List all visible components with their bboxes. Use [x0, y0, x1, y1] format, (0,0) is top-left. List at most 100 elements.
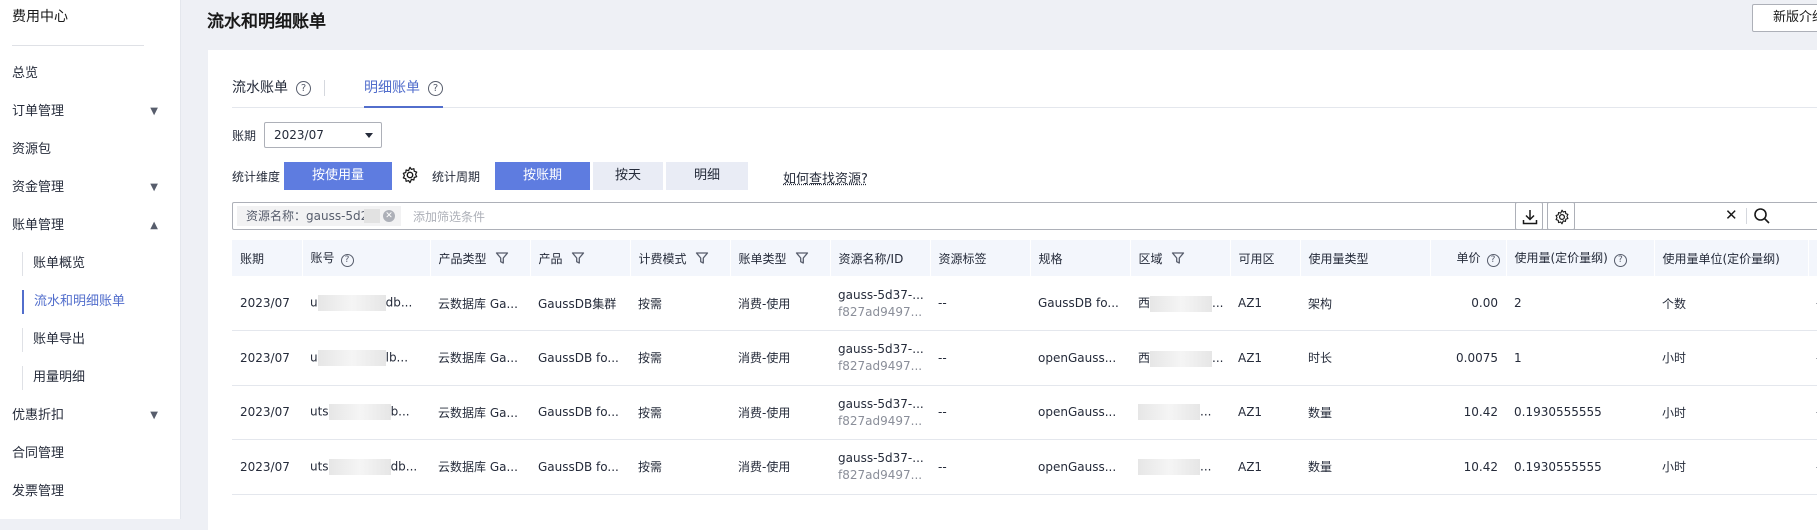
sidebar-item-orders[interactable]: 订单管理 ▼ [12, 100, 172, 124]
detail-bill-table: 账期 账号? 产品类型 产品 计费模式 账单类型 资源名称/ID 资源标签 规格… [232, 240, 1817, 495]
chevron-down-icon: ▼ [150, 410, 158, 421]
sidebar-title: 费用中心 [12, 9, 68, 25]
filter-icon[interactable] [571, 251, 585, 265]
cell-resource[interactable]: gauss-5d37-... f827ad9497... [830, 276, 930, 331]
filter-chip[interactable]: 资源名称：gauss-5d2 ✕ [237, 206, 401, 226]
filter-icon[interactable] [795, 251, 809, 265]
clear-filter-icon[interactable]: ✕ [1725, 206, 1738, 224]
tab-detail-bill[interactable]: 明细账单? [364, 78, 443, 108]
sidebar-item-bills[interactable]: 账单管理 ▲ [12, 214, 172, 238]
sidebar-item-funds[interactable]: 资金管理 ▼ [12, 176, 172, 200]
help-icon[interactable]: ? [1613, 254, 1627, 267]
cell-usage-type: 时长 [1300, 330, 1430, 386]
table-row[interactable]: 2023/07 u lb... 云数据库 Ga... GaussDB fo... 按需 消费… [232, 330, 1817, 386]
period-value: 2023/07 [274, 128, 324, 142]
cell-product-type: 云数据库 Ga... [430, 439, 530, 495]
table-settings-button[interactable] [1547, 202, 1575, 230]
column-header: 使用量类型 [1300, 240, 1431, 276]
cell-bill-type: 消费-使用 [730, 276, 830, 331]
column-header: 使用量单位(定价量纲) [1654, 240, 1809, 276]
sidebar-item-label: 资金管理 [12, 180, 65, 195]
column-header: 计费模式 [630, 240, 731, 276]
cell-usage-unit: 小时 [1654, 330, 1808, 386]
redacted-text [1150, 295, 1213, 312]
help-icon[interactable]: ? [1486, 254, 1500, 267]
column-header: 可用区 [1230, 240, 1301, 276]
cell-period: 2023/07 [232, 276, 302, 331]
period-select[interactable]: 2023/07 [264, 122, 382, 148]
sidebar-subitem-detail-bills[interactable]: 流水和明细账单 [22, 290, 172, 314]
cell-resource[interactable]: gauss-5d37-... f827ad9497... [830, 439, 930, 495]
caret-down-icon [365, 133, 373, 138]
cycle-detail-button[interactable]: 明细 [666, 162, 748, 190]
column-header: 区域 [1130, 240, 1231, 276]
dimension-usage-button[interactable]: 按使用量 [284, 162, 392, 190]
cell-resource[interactable]: gauss-5d37-... f827ad9497... [830, 330, 930, 386]
sidebar-subitem-bill-export[interactable]: 账单导出 [22, 328, 172, 352]
download-icon [1522, 210, 1538, 225]
help-icon[interactable]: ? [296, 81, 311, 96]
cell-more: - [1808, 385, 1817, 440]
cell-usage-type: 架构 [1300, 276, 1430, 331]
cell-resource-tag: -- [930, 439, 1030, 495]
tab-flow-bill[interactable]: 流水账单? [232, 78, 311, 108]
table-row[interactable]: 2023/07 uts b... 云数据库 Ga... GaussDB fo... 按需消… [232, 385, 1817, 440]
sidebar-item-label: 账单概览 [33, 256, 86, 271]
sidebar-subitem-usage-detail[interactable]: 用量明细 [22, 366, 172, 390]
sidebar-item-invoices[interactable]: 发票管理 [12, 480, 172, 504]
remove-chip-icon[interactable]: ✕ [383, 210, 395, 222]
cell-resource[interactable]: gauss-5d37-... f827ad9497... [830, 385, 930, 440]
filter-icon[interactable] [495, 251, 509, 265]
cell-billing-mode: 按需 [630, 330, 730, 386]
cell-region: ... [1130, 385, 1230, 440]
sidebar-item-contracts[interactable]: 合同管理 [12, 442, 172, 466]
cell-bill-type: 消费-使用 [730, 330, 830, 386]
redacted-text [1138, 404, 1200, 421]
column-header: 规格 [1030, 240, 1131, 276]
cell-more: - [1808, 439, 1817, 495]
table-row[interactable]: 2023/07 u db... 云数据库 Ga... GaussDB集群 按需 消费-使用 g… [232, 276, 1817, 331]
filter-chip-label: 资源名称：gauss-5d2 [246, 209, 369, 223]
cell-product: GaussDB fo... [530, 330, 630, 386]
sidebar-subitem-bill-overview[interactable]: 账单概览 [22, 252, 172, 276]
filter-placeholder[interactable]: 添加筛选条件 [413, 208, 485, 225]
gear-icon [1555, 209, 1569, 225]
filter-bar[interactable]: 资源名称：gauss-5d2 ✕ 添加筛选条件 ✕ [232, 202, 1817, 230]
dimension-label: 统计维度 [232, 170, 281, 184]
cell-resource-tag: -- [930, 330, 1030, 386]
filter-icon[interactable] [1171, 251, 1185, 265]
cell-product-type: 云数据库 Ga... [430, 330, 530, 386]
cell-product: GaussDB集群 [530, 276, 630, 331]
column-header: 产品类型 [430, 240, 531, 276]
sidebar-item-discounts[interactable]: 优惠折扣 ▼ [12, 404, 172, 428]
new-version-intro-button[interactable]: 新版介绍 [1752, 4, 1817, 32]
help-icon[interactable]: ? [340, 254, 354, 267]
cycle-by-period-button[interactable]: 按账期 [495, 162, 590, 190]
filter-icon[interactable] [695, 251, 709, 265]
cell-region: 西... [1130, 276, 1230, 331]
sidebar-item-overview[interactable]: 总览 [12, 62, 172, 86]
sidebar-item-label: 总览 [12, 66, 39, 81]
gear-icon[interactable] [401, 166, 419, 184]
search-icon[interactable] [1753, 207, 1771, 225]
column-header: 套 [1808, 240, 1817, 276]
chevron-down-icon: ▼ [150, 182, 158, 193]
cell-usage: 0.1930555555 [1506, 385, 1654, 440]
column-header: 单价? [1430, 240, 1507, 276]
sidebar-item-label: 账单管理 [12, 218, 65, 233]
redacted-text [328, 458, 391, 475]
column-header: 账单类型 [730, 240, 831, 276]
column-header: 账号? [302, 240, 431, 276]
redacted-text [364, 209, 380, 223]
cell-account: uts b... [302, 385, 430, 440]
column-header: 产品 [530, 240, 631, 276]
help-icon[interactable]: ? [428, 81, 443, 96]
how-to-find-resource-link[interactable]: 如何查找资源? [783, 168, 868, 187]
sidebar-item-packages[interactable]: 资源包 [12, 138, 172, 162]
cell-bill-type: 消费-使用 [730, 385, 830, 440]
bill-tabs: 流水账单? 明细账单? [232, 78, 1817, 108]
download-button[interactable] [1515, 202, 1543, 230]
cycle-by-day-button[interactable]: 按天 [593, 162, 663, 190]
table-row[interactable]: 2023/07 uts db... 云数据库 Ga... GaussDB fo... 按需… [232, 439, 1817, 495]
redacted-text [317, 295, 386, 311]
